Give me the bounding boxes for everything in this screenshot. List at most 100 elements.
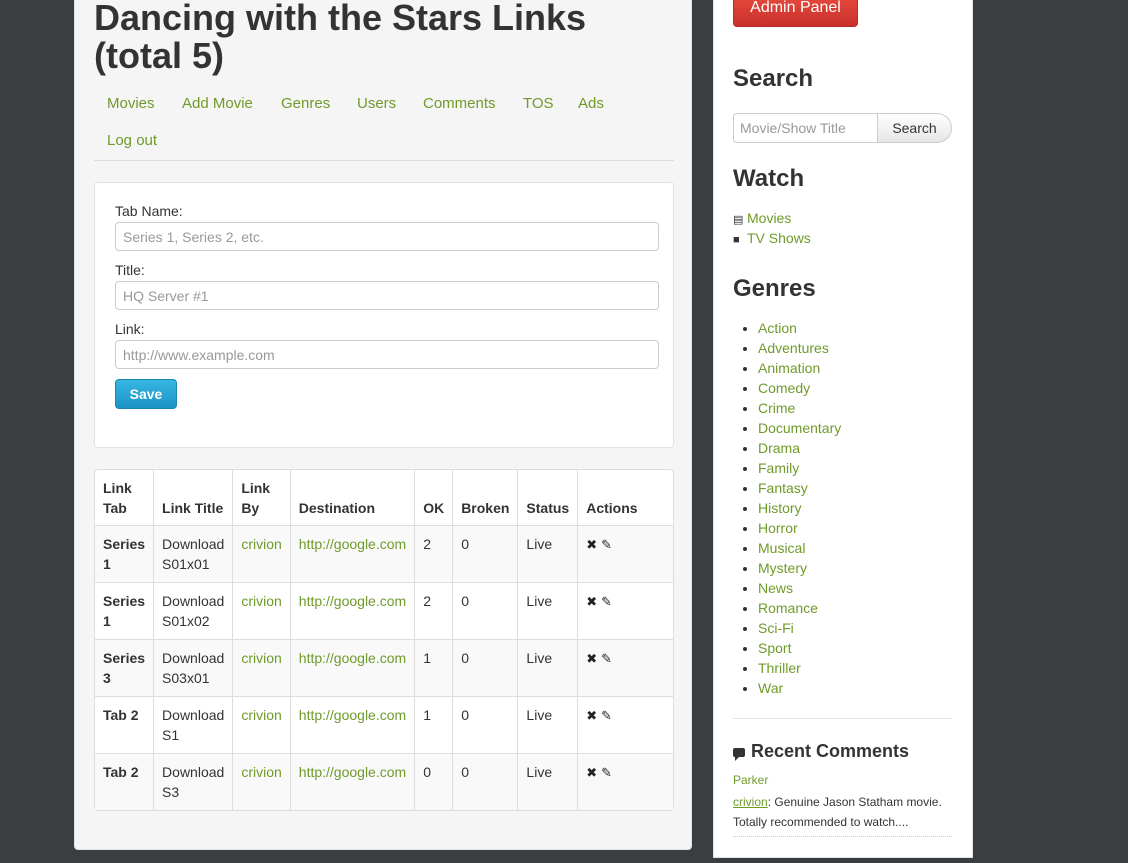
user-link[interactable]: crivion xyxy=(241,536,281,552)
edit-icon[interactable]: ✎ xyxy=(601,592,612,612)
links-table: Link Tab Link Title Link By Destination … xyxy=(94,469,674,811)
cell-actions: ✖ ✎ xyxy=(577,696,673,753)
nav-tos[interactable]: TOS xyxy=(523,94,554,114)
cell-broken: 0 xyxy=(452,639,518,696)
cell-link-title: Download S01x02 xyxy=(153,582,233,639)
link-label: Link: xyxy=(115,321,145,337)
genre-item: Sport xyxy=(758,638,841,658)
genre-link-sport[interactable]: Sport xyxy=(758,640,791,656)
nav-genres[interactable]: Genres xyxy=(281,94,330,114)
comment-movie-link[interactable]: Parker xyxy=(733,773,768,787)
edit-icon[interactable]: ✎ xyxy=(601,535,612,555)
user-link[interactable]: crivion xyxy=(241,593,281,609)
genre-link-thriller[interactable]: Thriller xyxy=(758,660,801,676)
edit-icon[interactable]: ✎ xyxy=(601,706,612,726)
watch-tv-shows-link[interactable]: TV Shows xyxy=(747,230,811,246)
destination-link[interactable]: http://google.com xyxy=(299,593,406,609)
nav-movies[interactable]: Movies xyxy=(107,94,155,114)
edit-icon[interactable]: ✎ xyxy=(601,649,612,669)
cell-link-title: Download S1 xyxy=(153,696,233,753)
cell-link-by: crivion xyxy=(232,696,290,753)
genre-link-crime[interactable]: Crime xyxy=(758,400,795,416)
cell-link-tab: Tab 2 xyxy=(95,696,154,753)
destination-link[interactable]: http://google.com xyxy=(299,650,406,666)
destination-link[interactable]: http://google.com xyxy=(299,536,406,552)
nav-users[interactable]: Users xyxy=(357,94,396,114)
cell-link-title: Download S01x01 xyxy=(153,525,233,582)
search-button[interactable]: Search xyxy=(877,113,952,143)
genre-link-family[interactable]: Family xyxy=(758,460,799,476)
links-table-wrap: Link Tab Link Title Link By Destination … xyxy=(94,469,674,811)
admin-panel-button[interactable]: Admin Panel xyxy=(733,0,858,27)
genre-link-drama[interactable]: Drama xyxy=(758,440,800,456)
genre-link-sci-fi[interactable]: Sci-Fi xyxy=(758,620,794,636)
nav-comments[interactable]: Comments xyxy=(423,94,496,114)
cell-link-by: crivion xyxy=(232,753,290,810)
delete-icon[interactable]: ✖ xyxy=(586,649,597,669)
user-link[interactable]: crivion xyxy=(241,650,281,666)
genre-link-history[interactable]: History xyxy=(758,500,802,516)
admin-nav: Movies Add Movie Genres Users Comments T… xyxy=(94,87,674,161)
save-button[interactable]: Save xyxy=(115,379,177,409)
genre-item: Animation xyxy=(758,358,841,378)
genre-link-fantasy[interactable]: Fantasy xyxy=(758,480,808,496)
header-link-by: Link By xyxy=(232,470,289,525)
delete-icon[interactable]: ✖ xyxy=(586,763,597,783)
header-link-tab: Link Tab xyxy=(103,480,132,516)
destination-link[interactable]: http://google.com xyxy=(299,707,406,723)
page-title: Dancing with the Stars Links (total 5) xyxy=(94,0,587,76)
comment-user-link[interactable]: crivion xyxy=(733,795,768,809)
genre-item: Family xyxy=(758,458,841,478)
table-row: Tab 2 Download S1 crivion http://google.… xyxy=(95,696,673,753)
cell-link-by: crivion xyxy=(232,525,290,582)
main-panel: Dancing with the Stars Links (total 5) M… xyxy=(74,0,692,850)
genre-item: Thriller xyxy=(758,658,841,678)
nav-add-movie[interactable]: Add Movie xyxy=(182,94,253,114)
delete-icon[interactable]: ✖ xyxy=(586,535,597,555)
genre-link-war[interactable]: War xyxy=(758,680,783,696)
user-link[interactable]: crivion xyxy=(241,764,281,780)
tab-name-input[interactable] xyxy=(115,222,659,251)
link-input[interactable] xyxy=(115,340,659,369)
user-link[interactable]: crivion xyxy=(241,707,281,723)
genre-item: Mystery xyxy=(758,558,841,578)
header-ok: OK xyxy=(414,470,452,525)
genre-link-comedy[interactable]: Comedy xyxy=(758,380,810,396)
delete-icon[interactable]: ✖ xyxy=(586,706,597,726)
genre-link-musical[interactable]: Musical xyxy=(758,540,805,556)
watch-movies-link[interactable]: Movies xyxy=(747,210,791,226)
cell-link-by: crivion xyxy=(232,639,290,696)
watch-item-movies[interactable]: ▤ Movies xyxy=(733,209,791,229)
genre-link-mystery[interactable]: Mystery xyxy=(758,560,807,576)
watch-item-tv-shows[interactable]: ■ TV Shows xyxy=(733,229,811,249)
genre-item: Romance xyxy=(758,598,841,618)
genre-item: News xyxy=(758,578,841,598)
delete-icon[interactable]: ✖ xyxy=(586,592,597,612)
title-input[interactable] xyxy=(115,281,659,310)
cell-broken: 0 xyxy=(452,582,518,639)
cell-actions: ✖ ✎ xyxy=(577,639,673,696)
genre-link-horror[interactable]: Horror xyxy=(758,520,798,536)
recent-comments-heading: Recent Comments xyxy=(733,741,909,762)
cell-ok: 2 xyxy=(414,582,453,639)
genre-link-animation[interactable]: Animation xyxy=(758,360,820,376)
genre-item: Comedy xyxy=(758,378,841,398)
destination-link[interactable]: http://google.com xyxy=(299,764,406,780)
title-label: Title: xyxy=(115,262,145,278)
nav-ads[interactable]: Ads xyxy=(578,94,604,114)
genre-link-adventures[interactable]: Adventures xyxy=(758,340,829,356)
genre-link-action[interactable]: Action xyxy=(758,320,797,336)
cell-destination: http://google.com xyxy=(289,525,415,582)
search-heading: Search xyxy=(733,65,814,92)
genre-link-romance[interactable]: Romance xyxy=(758,600,818,616)
genre-item: War xyxy=(758,678,841,698)
nav-log-out[interactable]: Log out xyxy=(107,131,157,151)
search-input[interactable] xyxy=(733,113,878,143)
genre-item: Action xyxy=(758,318,841,338)
genres-list: Action Adventures Animation Comedy Crime… xyxy=(740,318,841,698)
genre-link-documentary[interactable]: Documentary xyxy=(758,420,841,436)
watch-heading: Watch xyxy=(733,165,805,192)
edit-icon[interactable]: ✎ xyxy=(601,763,612,783)
table-row: Series 1 Download S01x02 crivion http://… xyxy=(95,582,673,639)
genre-link-news[interactable]: News xyxy=(758,580,793,596)
